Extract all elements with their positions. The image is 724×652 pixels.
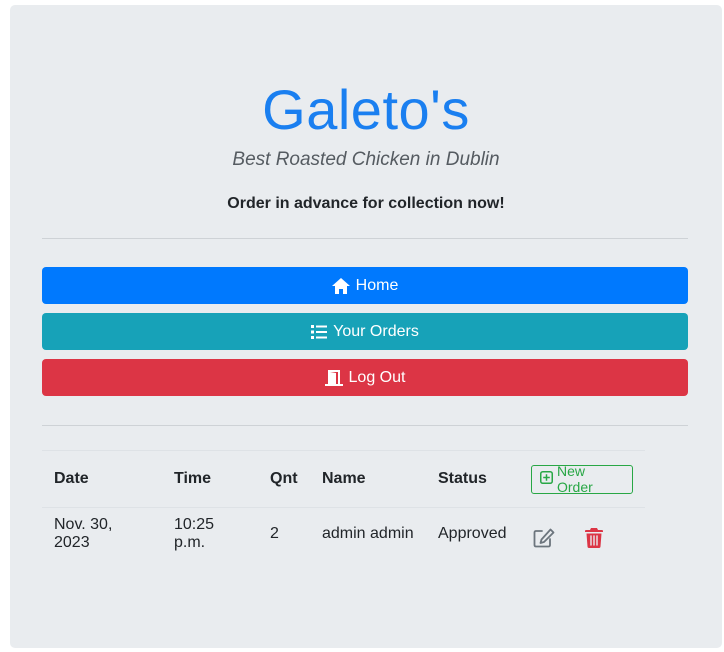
home-icon: [331, 277, 350, 294]
table-header-row: Date Time Qnt Name Status New Order: [42, 450, 645, 508]
cell-date: Nov. 30, 2023: [42, 507, 162, 560]
cell-status: Approved: [426, 507, 519, 560]
door-open-icon: [324, 369, 343, 386]
column-header-actions: New Order: [519, 450, 645, 508]
table-row: Nov. 30, 2023 10:25 p.m. 2 admin admin A…: [42, 507, 645, 560]
cell-time: 10:25 p.m.: [162, 507, 258, 560]
your-orders-button[interactable]: Your Orders: [42, 313, 688, 350]
home-button[interactable]: Home: [42, 267, 688, 304]
column-header-name: Name: [310, 450, 426, 508]
list-icon: [311, 324, 328, 339]
orders-table: Date Time Qnt Name Status New Order Nov.…: [42, 450, 645, 560]
column-header-qnt: Qnt: [258, 450, 310, 508]
intro-text: Order in advance for collection now!: [227, 195, 505, 212]
page-tagline: Best Roasted Chicken in Dublin: [232, 149, 500, 170]
new-order-label: New Order: [557, 463, 593, 495]
your-orders-button-label: Your Orders: [333, 322, 419, 340]
plus-square-icon: [540, 471, 553, 487]
cell-name: admin admin: [310, 507, 426, 560]
home-button-label: Home: [355, 276, 399, 294]
main-card: Galeto's Best Roasted Chicken in Dublin …: [10, 5, 722, 648]
cell-qnt: 2: [258, 507, 310, 560]
new-order-button[interactable]: New Order: [531, 463, 633, 495]
trash-icon[interactable]: [585, 527, 603, 553]
log-out-button-label: Log Out: [348, 368, 406, 386]
page-title: Galeto's: [262, 78, 470, 141]
column-header-status: Status: [426, 450, 519, 508]
divider: [42, 425, 688, 426]
divider: [42, 238, 688, 239]
edit-icon[interactable]: [533, 528, 555, 553]
column-header-time: Time: [162, 450, 258, 508]
log-out-button[interactable]: Log Out: [42, 359, 688, 396]
column-header-date: Date: [42, 450, 162, 508]
cell-actions: [519, 507, 645, 560]
